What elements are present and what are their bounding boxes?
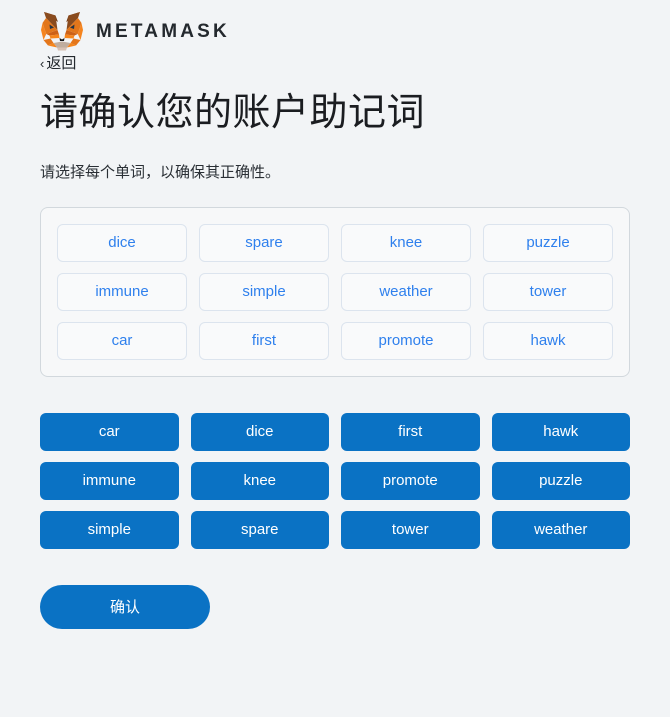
- seed-slot[interactable]: promote: [341, 321, 471, 360]
- seed-slot[interactable]: first: [199, 321, 329, 360]
- seed-slot[interactable]: hawk: [483, 321, 613, 360]
- word-bank-button[interactable]: immune: [40, 461, 179, 500]
- seed-slot[interactable]: simple: [199, 272, 329, 311]
- chevron-left-icon: ‹: [40, 56, 45, 71]
- word-bank-button[interactable]: simple: [40, 510, 179, 549]
- confirm-row: 确认: [40, 584, 630, 629]
- page-title: 请确认您的账户助记词: [40, 92, 426, 134]
- brand-header: METAMASK: [40, 0, 630, 51]
- word-bank-button[interactable]: puzzle: [491, 461, 630, 500]
- metamask-fox-icon: [41, 12, 83, 51]
- word-bank-button[interactable]: tower: [341, 510, 480, 549]
- seed-slots-panel: dice spare knee puzzle immune simple weather to…: [40, 206, 630, 377]
- word-bank-button[interactable]: knee: [190, 461, 329, 500]
- word-bank-button[interactable]: promote: [341, 461, 480, 500]
- word-bank-button[interactable]: dice: [190, 412, 329, 451]
- word-bank-grid: car dice first hawk immune knee promote puzzle s…: [40, 412, 630, 549]
- seed-slot[interactable]: spare: [199, 223, 329, 262]
- page-subtitle: 请选择每个单词，以确保其正确性。: [40, 163, 281, 181]
- word-bank-button[interactable]: weather: [491, 510, 630, 549]
- confirm-seed-phrase-page: METAMASK ‹ 返回 请确认您的账户助记词 请选择每个单词，以确保其正确性…: [0, 0, 670, 717]
- word-bank-area: car dice first hawk immune knee promote puzzle s…: [40, 412, 630, 549]
- seed-slot[interactable]: dice: [57, 223, 187, 262]
- seed-slot[interactable]: puzzle: [483, 223, 613, 262]
- seed-slot[interactable]: knee: [341, 223, 471, 262]
- back-link-label: 返回: [46, 55, 77, 72]
- seed-slot[interactable]: car: [57, 321, 187, 360]
- word-bank-button[interactable]: hawk: [491, 412, 630, 451]
- brand-wordmark: METAMASK: [96, 20, 230, 42]
- back-link[interactable]: ‹ 返回: [40, 56, 76, 71]
- word-bank-button[interactable]: first: [341, 412, 480, 451]
- confirm-button[interactable]: 确认: [40, 584, 210, 629]
- seed-slot[interactable]: weather: [341, 272, 471, 311]
- word-bank-button[interactable]: car: [40, 412, 179, 451]
- seed-slot[interactable]: immune: [57, 272, 187, 311]
- seed-slots-grid: dice spare knee puzzle immune simple weather to…: [57, 223, 613, 360]
- seed-slot[interactable]: tower: [483, 272, 613, 311]
- word-bank-button[interactable]: spare: [190, 510, 329, 549]
